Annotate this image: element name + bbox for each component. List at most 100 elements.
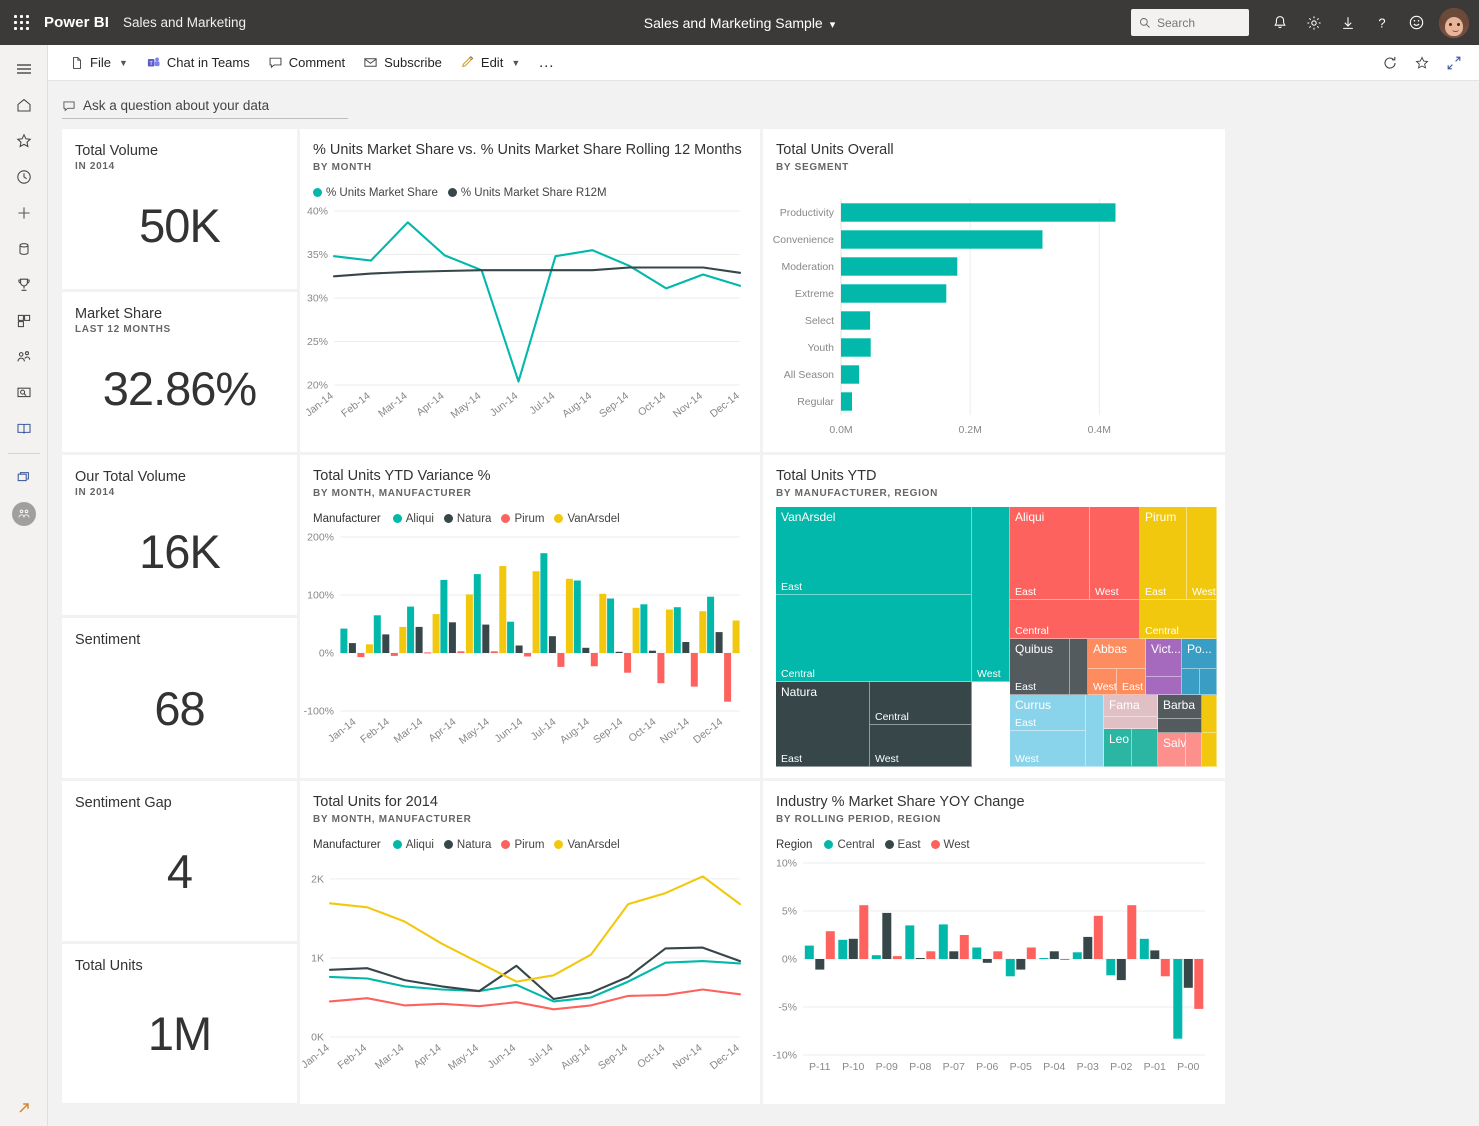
chat-in-teams-button[interactable]: T Chat in Teams bbox=[138, 49, 258, 77]
treemap-cell[interactable]: Natura East bbox=[776, 681, 870, 767]
more-options-button[interactable]: … bbox=[530, 49, 563, 77]
sidebar-item-create[interactable] bbox=[0, 195, 48, 231]
avatar[interactable] bbox=[1439, 7, 1469, 38]
chevron-down-icon[interactable]: ▾ bbox=[830, 18, 836, 31]
treemap-cell[interactable] bbox=[1086, 694, 1104, 767]
legend-item[interactable]: West bbox=[930, 839, 970, 851]
comment-button[interactable]: Comment bbox=[260, 49, 353, 77]
treemap-cell[interactable]: East bbox=[1117, 668, 1146, 695]
treemap-cell[interactable]: Quibus East bbox=[1010, 638, 1070, 695]
help-icon[interactable]: ? bbox=[1365, 6, 1399, 40]
treemap-cell[interactable]: Po... bbox=[1182, 638, 1217, 669]
treemap-cell[interactable]: West bbox=[1090, 506, 1140, 600]
legend-item[interactable]: Central bbox=[824, 839, 875, 851]
file-menu-button[interactable]: File ▼ bbox=[62, 49, 136, 77]
tile-ytd-variance[interactable]: Total Units YTD Variance % BY MONTH, MAN… bbox=[300, 455, 760, 778]
sidebar-item-apps[interactable] bbox=[0, 303, 48, 339]
tile-total-units-overall[interactable]: Total Units Overall BY SEGMENT 0.0M 0.2M 0… bbox=[763, 129, 1225, 452]
sidebar-item-favorites[interactable] bbox=[0, 123, 48, 159]
fullscreen-icon[interactable] bbox=[1439, 49, 1469, 77]
legend-item[interactable]: VanArsdel bbox=[554, 839, 620, 851]
tile-total-units-ytd-treemap[interactable]: Total Units YTD BY MANUFACTURER, REGION … bbox=[763, 455, 1225, 778]
legend-item[interactable]: Pirum bbox=[501, 513, 544, 525]
kpi-tile-sentiment-gap[interactable]: Sentiment Gap 4 bbox=[62, 781, 297, 941]
sidebar-item-goals[interactable] bbox=[0, 267, 48, 303]
sidebar-item-learn[interactable] bbox=[0, 411, 48, 447]
treemap-cell[interactable]: Salvus bbox=[1158, 732, 1186, 767]
treemap-cell[interactable]: West bbox=[1187, 506, 1217, 600]
kpi-tile-our-total-volume[interactable]: Our Total Volume IN 2014 16K bbox=[62, 455, 297, 615]
treemap-cell[interactable]: West bbox=[972, 506, 1010, 682]
workspace-name[interactable]: Sales and Marketing bbox=[123, 15, 246, 30]
kpi-tile-total-volume[interactable]: Total Volume IN 2014 50K bbox=[62, 129, 297, 289]
download-icon[interactable] bbox=[1331, 6, 1365, 40]
legend-item[interactable]: % Units Market Share R12M bbox=[447, 187, 607, 199]
upgrade-trial-icon[interactable] bbox=[0, 1090, 48, 1126]
legend-item[interactable]: VanArsdel bbox=[554, 513, 620, 525]
treemap-cell[interactable]: Central bbox=[776, 594, 972, 682]
favorite-star-icon[interactable] bbox=[1407, 49, 1437, 77]
treemap-cell[interactable] bbox=[1202, 732, 1217, 767]
powerbi-brand[interactable]: Power BI bbox=[44, 14, 109, 31]
treemap-cell[interactable] bbox=[1132, 728, 1158, 767]
sidebar-item-monitoring[interactable] bbox=[0, 375, 48, 411]
treemap-cell[interactable]: Central bbox=[1140, 599, 1217, 639]
sidebar-item-home[interactable] bbox=[0, 87, 48, 123]
sidebar-item-current-workspace[interactable] bbox=[0, 496, 48, 532]
hamburger-menu-icon[interactable] bbox=[0, 51, 48, 87]
treemap-cell[interactable] bbox=[1104, 716, 1158, 729]
treemap-cell[interactable]: Leo bbox=[1104, 728, 1132, 767]
treemap-cell[interactable]: Pirum East bbox=[1140, 506, 1187, 600]
tile-total-units-2014[interactable]: Total Units for 2014 BY MONTH, MANUFACTU… bbox=[300, 781, 760, 1104]
treemap-cell[interactable] bbox=[1146, 676, 1182, 695]
legend-item[interactable]: Aliqui bbox=[392, 513, 434, 525]
treemap-cell[interactable]: Fama bbox=[1104, 694, 1158, 717]
subscribe-button[interactable]: Subscribe bbox=[355, 49, 450, 77]
treemap-cell[interactable]: Aliqui East bbox=[1010, 506, 1090, 600]
settings-icon[interactable] bbox=[1297, 6, 1331, 40]
tile-market-share-line[interactable]: % Units Market Share vs. % Units Market … bbox=[300, 129, 760, 452]
treemap-cell[interactable]: Central bbox=[870, 681, 972, 725]
treemap-cell[interactable] bbox=[1186, 732, 1202, 767]
legend-swatch bbox=[313, 188, 322, 198]
qna-placeholder: Ask a question about your data bbox=[83, 98, 270, 113]
sidebar-item-shared[interactable] bbox=[0, 339, 48, 375]
report-title[interactable]: Sales and Marketing Sample bbox=[644, 15, 823, 31]
legend-item[interactable]: Pirum bbox=[501, 839, 544, 851]
grouped-bar-svg: -10% -5% 0% 5% 10% P-11 P-10 P-09 P-08 P-07 P-06 P-… bbox=[772, 857, 1205, 1073]
legend-item[interactable]: Natura bbox=[443, 513, 491, 525]
qna-input[interactable]: Ask a question about your data bbox=[62, 93, 348, 119]
kpi-tile-total-units[interactable]: Total Units 1M bbox=[62, 944, 297, 1103]
treemap-cell[interactable]: West bbox=[1010, 730, 1086, 767]
treemap-cell[interactable] bbox=[1182, 668, 1200, 695]
legend-item[interactable]: Aliqui bbox=[392, 839, 434, 851]
kpi-tile-sentiment[interactable]: Sentiment 68 bbox=[62, 618, 297, 778]
treemap-cell[interactable] bbox=[1200, 668, 1217, 695]
sidebar-item-workspaces[interactable] bbox=[0, 460, 48, 496]
treemap-cell[interactable]: West bbox=[1088, 668, 1117, 695]
feedback-icon[interactable] bbox=[1399, 6, 1433, 40]
treemap-cell[interactable]: Barba bbox=[1158, 694, 1202, 719]
kpi-tile-market-share[interactable]: Market Share LAST 12 MONTHS 32.86% bbox=[62, 292, 297, 452]
legend-item[interactable]: East bbox=[884, 839, 921, 851]
treemap-cell[interactable]: Abbas bbox=[1088, 638, 1146, 669]
treemap-cell[interactable] bbox=[1070, 638, 1088, 695]
rail-divider bbox=[7, 453, 40, 454]
sidebar-item-recent[interactable] bbox=[0, 159, 48, 195]
edit-button[interactable]: Edit ▼ bbox=[452, 49, 528, 77]
search-input[interactable]: Search bbox=[1131, 9, 1249, 36]
notifications-icon[interactable] bbox=[1263, 6, 1297, 40]
tile-industry-yoy[interactable]: Industry % Market Share YOY Change BY RO… bbox=[763, 781, 1225, 1104]
legend-item[interactable]: % Units Market Share bbox=[313, 187, 438, 199]
treemap-cell[interactable] bbox=[1158, 718, 1202, 733]
sidebar-item-datahub[interactable] bbox=[0, 231, 48, 267]
refresh-icon[interactable] bbox=[1375, 49, 1405, 77]
treemap-cell[interactable]: Currus East bbox=[1010, 694, 1086, 731]
treemap-cell[interactable] bbox=[1202, 694, 1217, 733]
treemap-cell[interactable]: VanArsdel East bbox=[776, 506, 972, 595]
treemap-cell[interactable]: Vict... bbox=[1146, 638, 1182, 677]
waffle-icon[interactable] bbox=[0, 14, 44, 31]
treemap-cell[interactable]: West bbox=[870, 724, 972, 767]
legend-item[interactable]: Natura bbox=[443, 839, 491, 851]
treemap-cell[interactable]: Central bbox=[1010, 599, 1140, 639]
